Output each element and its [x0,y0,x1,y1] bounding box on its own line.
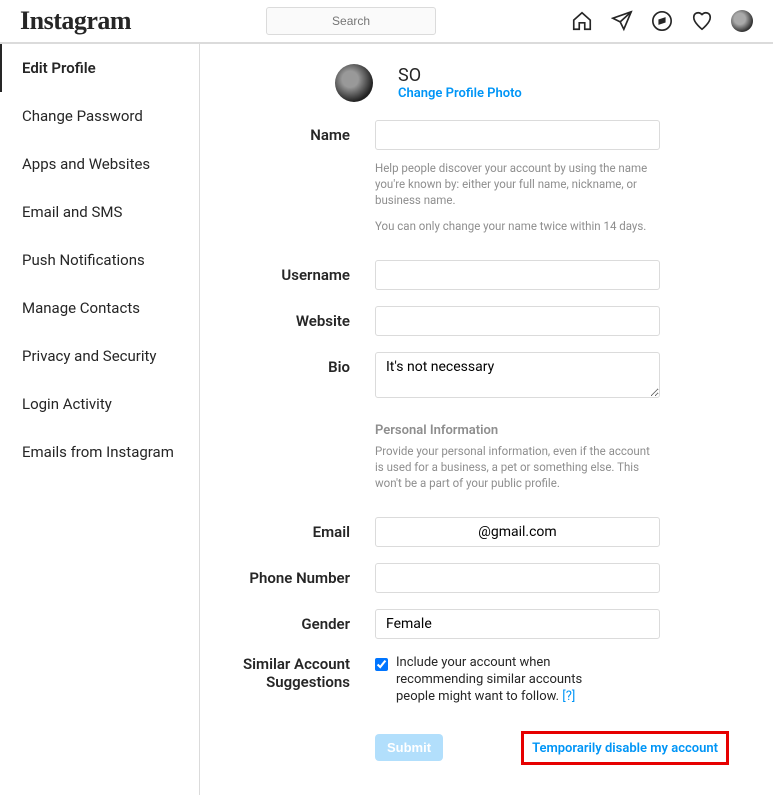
label-website: Website [240,306,375,336]
input-email[interactable] [375,517,660,547]
sidebar-item-email-sms[interactable]: Email and SMS [0,188,199,236]
row-phone: Phone Number [240,563,733,593]
input-username[interactable] [375,260,660,290]
row-bio: Bio Personal Information Provide your pe… [240,352,733,500]
explore-icon[interactable] [651,10,673,32]
profile-avatar[interactable] [335,64,373,102]
checkbox-similar[interactable] [375,658,388,671]
row-email: Email [240,517,733,547]
label-phone: Phone Number [240,563,375,593]
search-input[interactable] [266,7,436,35]
similar-help-link[interactable]: [?] [562,689,575,704]
input-bio[interactable] [375,352,660,398]
sidebar-item-push-notifications[interactable]: Push Notifications [0,236,199,284]
home-icon[interactable] [571,10,593,32]
settings-container: Edit Profile Change Password Apps and We… [0,43,773,795]
checkbox-similar-label: Include your account when recommending s… [396,655,586,706]
row-gender: Gender [240,609,733,639]
row-website: Website [240,306,733,336]
label-gender: Gender [240,609,375,639]
input-name[interactable] [375,120,660,150]
sidebar-item-manage-contacts[interactable]: Manage Contacts [0,284,199,332]
row-similar: Similar Account Suggestions Include your… [240,655,733,706]
sidebar-item-login-activity[interactable]: Login Activity [0,380,199,428]
sidebar-item-emails-instagram[interactable]: Emails from Instagram [0,428,199,476]
messages-icon[interactable] [611,10,633,32]
sidebar-item-privacy-security[interactable]: Privacy and Security [0,332,199,380]
action-row: Submit Temporarily disable my account [240,731,733,765]
row-username: Username [240,260,733,290]
row-name: Name Help people discover your account b… [240,120,733,244]
profile-header: SO Change Profile Photo [240,64,733,102]
settings-sidebar: Edit Profile Change Password Apps and We… [0,44,200,795]
input-phone[interactable] [375,563,660,593]
activity-icon[interactable] [691,10,713,32]
profile-username: SO [398,65,522,86]
profile-avatar-nav[interactable] [731,10,753,32]
sidebar-item-change-password[interactable]: Change Password [0,92,199,140]
sidebar-item-apps-websites[interactable]: Apps and Websites [0,140,199,188]
change-profile-photo-link[interactable]: Change Profile Photo [398,86,522,101]
disable-account-link[interactable]: Temporarily disable my account [532,741,718,756]
personal-info-section: Personal Information Provide your person… [375,422,660,490]
highlight-box: Temporarily disable my account [521,731,729,765]
personal-info-title: Personal Information [375,422,660,440]
input-website[interactable] [375,306,660,336]
sidebar-item-edit-profile[interactable]: Edit Profile [0,44,199,92]
instagram-logo[interactable]: Instagram [20,6,131,36]
submit-button[interactable]: Submit [375,734,443,761]
label-bio: Bio [240,352,375,500]
input-gender[interactable] [375,609,660,639]
label-email: Email [240,517,375,547]
help-name: Help people discover your account by usi… [375,160,660,234]
label-name: Name [240,120,375,244]
settings-content: SO Change Profile Photo Name Help people… [200,44,773,795]
top-nav: Instagram [0,0,773,43]
nav-icons [571,10,753,32]
label-username: Username [240,260,375,290]
profile-header-text: SO Change Profile Photo [398,65,522,101]
label-similar: Similar Account Suggestions [240,655,375,706]
search-wrap [266,7,436,35]
